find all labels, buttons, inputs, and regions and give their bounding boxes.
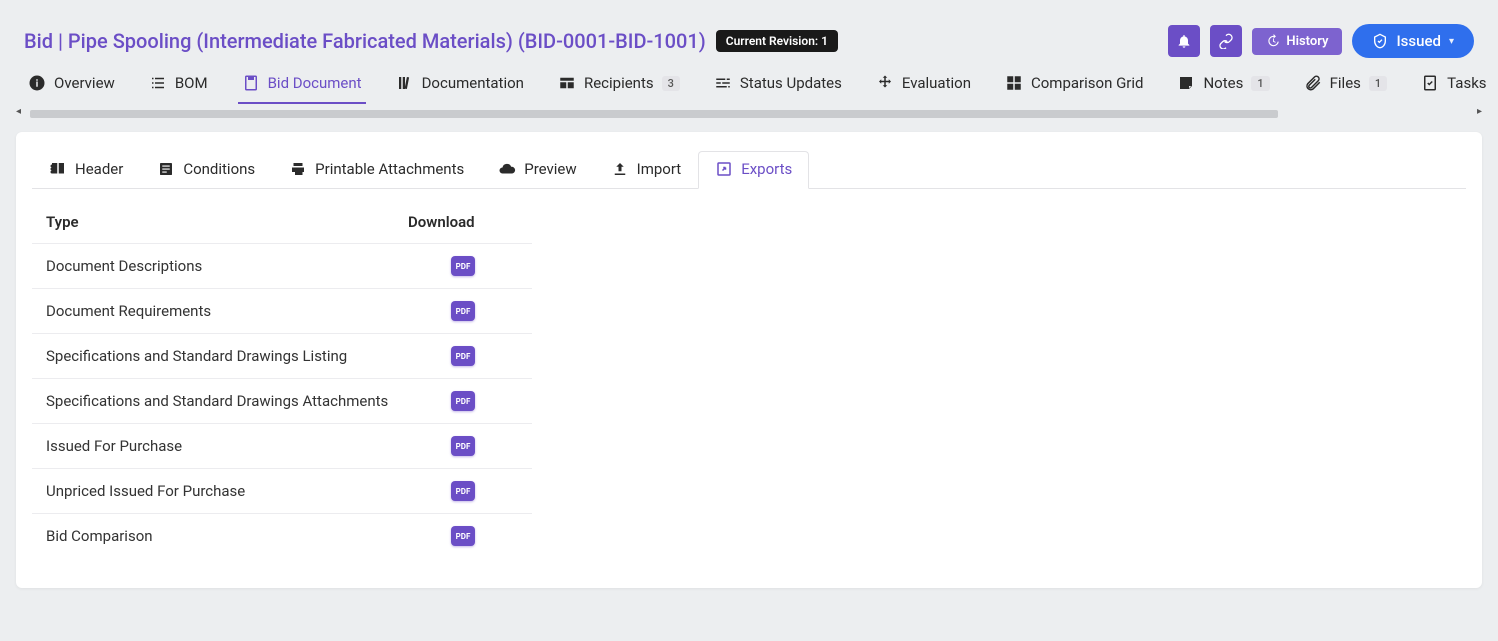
export-row: Document Descriptions PDF — [32, 243, 532, 288]
tab-files[interactable]: Files 1 — [1300, 68, 1392, 104]
table-icon — [558, 74, 576, 92]
library-icon — [396, 74, 414, 92]
recipients-count: 3 — [662, 76, 680, 91]
content-panel: Header Conditions Printable Attachments … — [16, 132, 1482, 588]
export-download-cell: PDF — [408, 526, 518, 546]
tab-notes[interactable]: Notes 1 — [1173, 68, 1273, 104]
export-type: Issued For Purchase — [46, 437, 408, 455]
export-table-header: Type Download — [32, 207, 532, 243]
export-row: Specifications and Standard Drawings Att… — [32, 378, 532, 423]
book-icon — [49, 160, 67, 178]
scroll-left-icon: ◂ — [16, 106, 21, 117]
export-download-cell: PDF — [408, 256, 518, 276]
export-download-cell: PDF — [408, 301, 518, 321]
checklist-icon — [1421, 74, 1439, 92]
export-type: Document Requirements — [46, 302, 408, 320]
subtab-header[interactable]: Header — [32, 151, 140, 189]
notes-count: 1 — [1251, 76, 1269, 91]
tab-documentation[interactable]: Documentation — [392, 68, 528, 104]
main-tabs: Overview BOM Bid Document Documentation … — [0, 68, 1498, 108]
subtab-import[interactable]: Import — [594, 151, 699, 189]
info-icon — [28, 74, 46, 92]
move-icon — [876, 74, 894, 92]
export-row: Unpriced Issued For Purchase PDF — [32, 468, 532, 513]
tab-overview[interactable]: Overview — [24, 68, 119, 104]
subtab-exports[interactable]: Exports — [698, 151, 809, 189]
export-type: Bid Comparison — [46, 527, 408, 545]
pdf-download-button[interactable]: PDF — [451, 301, 475, 321]
export-download-cell: PDF — [408, 346, 518, 366]
pdf-download-button[interactable]: PDF — [451, 481, 475, 501]
grid-icon — [1005, 74, 1023, 92]
export-download-cell: PDF — [408, 481, 518, 501]
bell-icon — [1176, 33, 1192, 49]
pdf-download-button[interactable]: PDF — [451, 526, 475, 546]
tab-tasks[interactable]: Tasks — [1417, 68, 1490, 104]
tab-bid-document[interactable]: Bid Document — [238, 68, 366, 104]
page-title: Bid | Pipe Spooling (Intermediate Fabric… — [24, 29, 706, 53]
sliders-icon — [714, 74, 732, 92]
export-type: Specifications and Standard Drawings Att… — [46, 392, 408, 410]
tab-comparison-grid[interactable]: Comparison Grid — [1001, 68, 1148, 104]
export-type: Document Descriptions — [46, 257, 408, 275]
history-button[interactable]: History — [1252, 28, 1342, 55]
document-icon — [242, 74, 260, 92]
issued-button[interactable]: Issued ▾ — [1352, 24, 1474, 58]
export-download-cell: PDF — [408, 391, 518, 411]
subtab-conditions[interactable]: Conditions — [140, 151, 272, 189]
note-icon — [1177, 74, 1195, 92]
pdf-download-button[interactable]: PDF — [451, 436, 475, 456]
list-icon — [149, 74, 167, 92]
history-icon — [1266, 34, 1280, 48]
col-type-header: Type — [46, 213, 408, 231]
scroll-right-icon: ▸ — [1477, 106, 1482, 117]
export-download-cell: PDF — [408, 436, 518, 456]
history-label: History — [1286, 34, 1328, 49]
link-button[interactable] — [1210, 25, 1242, 57]
attachment-icon — [1304, 74, 1322, 92]
revision-badge: Current Revision: 1 — [716, 30, 838, 52]
pdf-download-button[interactable]: PDF — [451, 346, 475, 366]
export-row: Specifications and Standard Drawings Lis… — [32, 333, 532, 378]
tab-evaluation[interactable]: Evaluation — [872, 68, 975, 104]
upload-icon — [611, 160, 629, 178]
tab-status-updates[interactable]: Status Updates — [710, 68, 846, 104]
notifications-button[interactable] — [1168, 25, 1200, 57]
export-type: Unpriced Issued For Purchase — [46, 482, 408, 500]
link-icon — [1218, 33, 1234, 49]
tab-scrollbar[interactable]: ◂ ▸ — [20, 108, 1478, 120]
col-download-header: Download — [408, 213, 518, 231]
chevron-down-icon: ▾ — [1449, 36, 1454, 47]
files-count: 1 — [1369, 76, 1387, 91]
tab-recipients[interactable]: Recipients 3 — [554, 68, 684, 104]
cloud-icon — [498, 160, 516, 178]
export-icon — [715, 160, 733, 178]
pdf-download-button[interactable]: PDF — [451, 256, 475, 276]
tab-bom[interactable]: BOM — [145, 68, 212, 104]
issued-label: Issued — [1396, 32, 1441, 50]
sub-tabs: Header Conditions Printable Attachments … — [32, 150, 1466, 189]
header-bar: Bid | Pipe Spooling (Intermediate Fabric… — [0, 0, 1498, 68]
export-table: Type Download Document DescriptionsPDFDo… — [32, 207, 532, 558]
issued-icon — [1372, 33, 1388, 49]
scroll-thumb[interactable] — [30, 110, 1278, 118]
export-type: Specifications and Standard Drawings Lis… — [46, 347, 408, 365]
export-row: Issued For Purchase PDF — [32, 423, 532, 468]
subtab-preview[interactable]: Preview — [481, 151, 593, 189]
pdf-download-button[interactable]: PDF — [451, 391, 475, 411]
printer-icon — [289, 160, 307, 178]
subtab-printable-attachments[interactable]: Printable Attachments — [272, 151, 481, 189]
export-row: Document Requirements PDF — [32, 288, 532, 333]
export-row: Bid Comparison PDF — [32, 513, 532, 558]
form-icon — [157, 160, 175, 178]
